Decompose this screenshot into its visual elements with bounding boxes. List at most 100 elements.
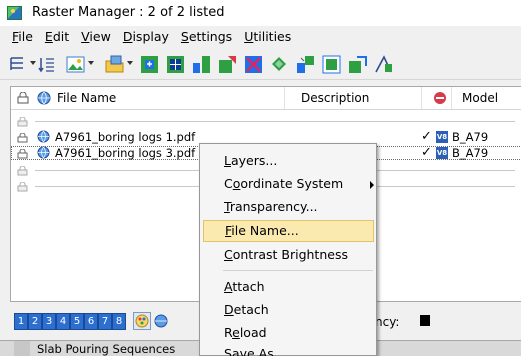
menu-item-layers[interactable]: Layers...: [200, 150, 376, 172]
column-header-model[interactable]: Model: [462, 91, 498, 105]
menu-item-mnemonic: L: [224, 153, 231, 168]
column-divider[interactable]: [421, 87, 422, 109]
view-button-3[interactable]: 3: [42, 313, 56, 330]
menu-item-label: Transparency...: [224, 199, 318, 214]
menu-file[interactable]: File: [6, 29, 39, 44]
view-button-4[interactable]: 4: [56, 313, 70, 330]
menu-item-label: Coordinate System: [224, 176, 343, 191]
menu-item-label: Save As...: [224, 346, 286, 356]
title-bar: Raster Manager : 2 of 2 listed: [0, 0, 521, 26]
menu-item-label: Layers...: [224, 153, 277, 168]
raster-tool-4-icon[interactable]: [218, 55, 237, 74]
view-button-5[interactable]: 5: [70, 313, 84, 330]
color-swatch[interactable]: [420, 315, 430, 326]
menu-item-label: Detach: [224, 302, 269, 317]
tree-view-icon[interactable]: [8, 55, 36, 74]
menu-item-reload[interactable]: Reload: [200, 322, 376, 344]
chevron-down-icon: [30, 61, 36, 65]
raster-tool-5-icon[interactable]: [244, 55, 263, 74]
menu-utilities-mnemonic: U: [244, 29, 254, 44]
sort-list-icon[interactable]: [37, 55, 56, 74]
menu-item-mnemonic: S: [224, 346, 232, 356]
raster-tool-7-icon[interactable]: [296, 55, 315, 74]
raster-tool-8-icon[interactable]: [322, 55, 341, 74]
menu-item-coordinate-system[interactable]: Coordinate System: [200, 173, 376, 195]
menu-item-rest: etach: [233, 302, 269, 317]
lock-icon[interactable]: [17, 132, 28, 143]
menu-display-label: isplay: [132, 29, 169, 44]
raster-tool-6-icon[interactable]: [270, 55, 289, 74]
menu-utilities[interactable]: Utilities: [238, 29, 297, 44]
menu-item-label: File Name...: [225, 223, 299, 238]
menu-item-label: Contrast Brightness: [224, 247, 348, 262]
column-divider[interactable]: [284, 87, 285, 109]
column-header-description[interactable]: Description: [301, 91, 369, 105]
raster-tool-1-icon[interactable]: [140, 55, 159, 74]
menu-item-file-name[interactable]: File Name...: [203, 220, 374, 242]
menu-item-attach[interactable]: Attach: [200, 276, 376, 298]
model-cell: B_A79: [452, 130, 489, 144]
menu-item-rest: load: [239, 325, 267, 340]
menu-item-rest: ayers...: [230, 153, 278, 168]
menu-item-transparency[interactable]: Transparency...: [200, 196, 376, 218]
table-row[interactable]: A7961_boring logs 1.pdf ✓ V8 B_A79: [11, 129, 521, 144]
submenu-arrow-icon: [370, 181, 374, 189]
menu-settings[interactable]: Settings: [175, 29, 238, 44]
menu-item-rest: ransparency...: [229, 199, 318, 214]
menu-view-label: iew: [89, 29, 111, 44]
menu-view[interactable]: View: [75, 29, 117, 44]
raster-image-icon[interactable]: [66, 55, 94, 74]
lock-column-icon[interactable]: [17, 91, 29, 107]
column-header-file-name[interactable]: File Name: [57, 91, 116, 105]
raster-tool-3-icon[interactable]: [192, 55, 211, 74]
toolbar: [0, 47, 521, 80]
menu-item-prefix: R: [224, 325, 233, 340]
raster-tool-2-icon[interactable]: [166, 55, 185, 74]
menu-separator: [223, 270, 373, 271]
menu-utilities-label: tilities: [253, 29, 292, 44]
menu-item-mnemonic: C: [224, 247, 233, 262]
view-button-6[interactable]: 6: [84, 313, 98, 330]
menu-file-label: ile: [18, 29, 33, 44]
v8-model-icon: V8: [436, 131, 448, 143]
globe-file-icon: [37, 146, 50, 159]
lock-icon[interactable]: [17, 165, 28, 176]
lock-icon[interactable]: [17, 116, 28, 127]
transparency-label: ncy:: [375, 315, 400, 329]
view-button-1[interactable]: 1: [14, 313, 28, 330]
view-button-2[interactable]: 2: [28, 313, 42, 330]
menu-item-contrast-brightness[interactable]: Contrast Brightness: [200, 244, 376, 266]
menu-settings-mnemonic: S: [180, 29, 189, 44]
chevron-down-icon: [127, 61, 133, 65]
open-raster-icon[interactable]: [105, 55, 133, 74]
view-button-7[interactable]: 7: [98, 313, 112, 330]
file-name-cell: A7961_boring logs 1.pdf: [55, 130, 196, 144]
column-divider[interactable]: [451, 87, 452, 109]
raster-tool-10-icon[interactable]: [374, 55, 393, 74]
menu-item-mnemonic: D: [224, 302, 234, 317]
raster-tool-9-icon[interactable]: [348, 55, 367, 74]
globe-column-icon: [37, 91, 51, 108]
menu-display[interactable]: Display: [117, 29, 175, 44]
list-header: File Name Description Model: [11, 87, 521, 110]
lock-icon[interactable]: [17, 181, 28, 192]
lock-icon[interactable]: [17, 148, 28, 159]
window-title: Raster Manager : 2 of 2 listed: [32, 5, 225, 20]
view-button-8[interactable]: 8: [112, 313, 126, 330]
display-check[interactable]: ✓: [421, 145, 432, 160]
display-check[interactable]: ✓: [421, 129, 432, 144]
chevron-down-icon: [88, 61, 94, 65]
no-entry-icon: [433, 91, 447, 108]
globe-file-icon: [37, 130, 50, 143]
menu-item-save-as[interactable]: Save As...: [200, 343, 376, 356]
raster-manager-app-icon: [7, 6, 22, 20]
model-cell: B_A79: [452, 146, 489, 160]
menu-item-detach[interactable]: Detach: [200, 299, 376, 321]
menu-edit-mnemonic: E: [44, 29, 53, 44]
menu-item-rest: ontrast Brightness: [232, 247, 348, 262]
row-gutter: [14, 341, 30, 356]
menu-edit[interactable]: Edit: [39, 29, 75, 44]
palette-icon[interactable]: [133, 312, 151, 330]
globe-icon[interactable]: [154, 314, 168, 331]
context-menu: Layers... Coordinate System Transparency…: [199, 143, 377, 356]
